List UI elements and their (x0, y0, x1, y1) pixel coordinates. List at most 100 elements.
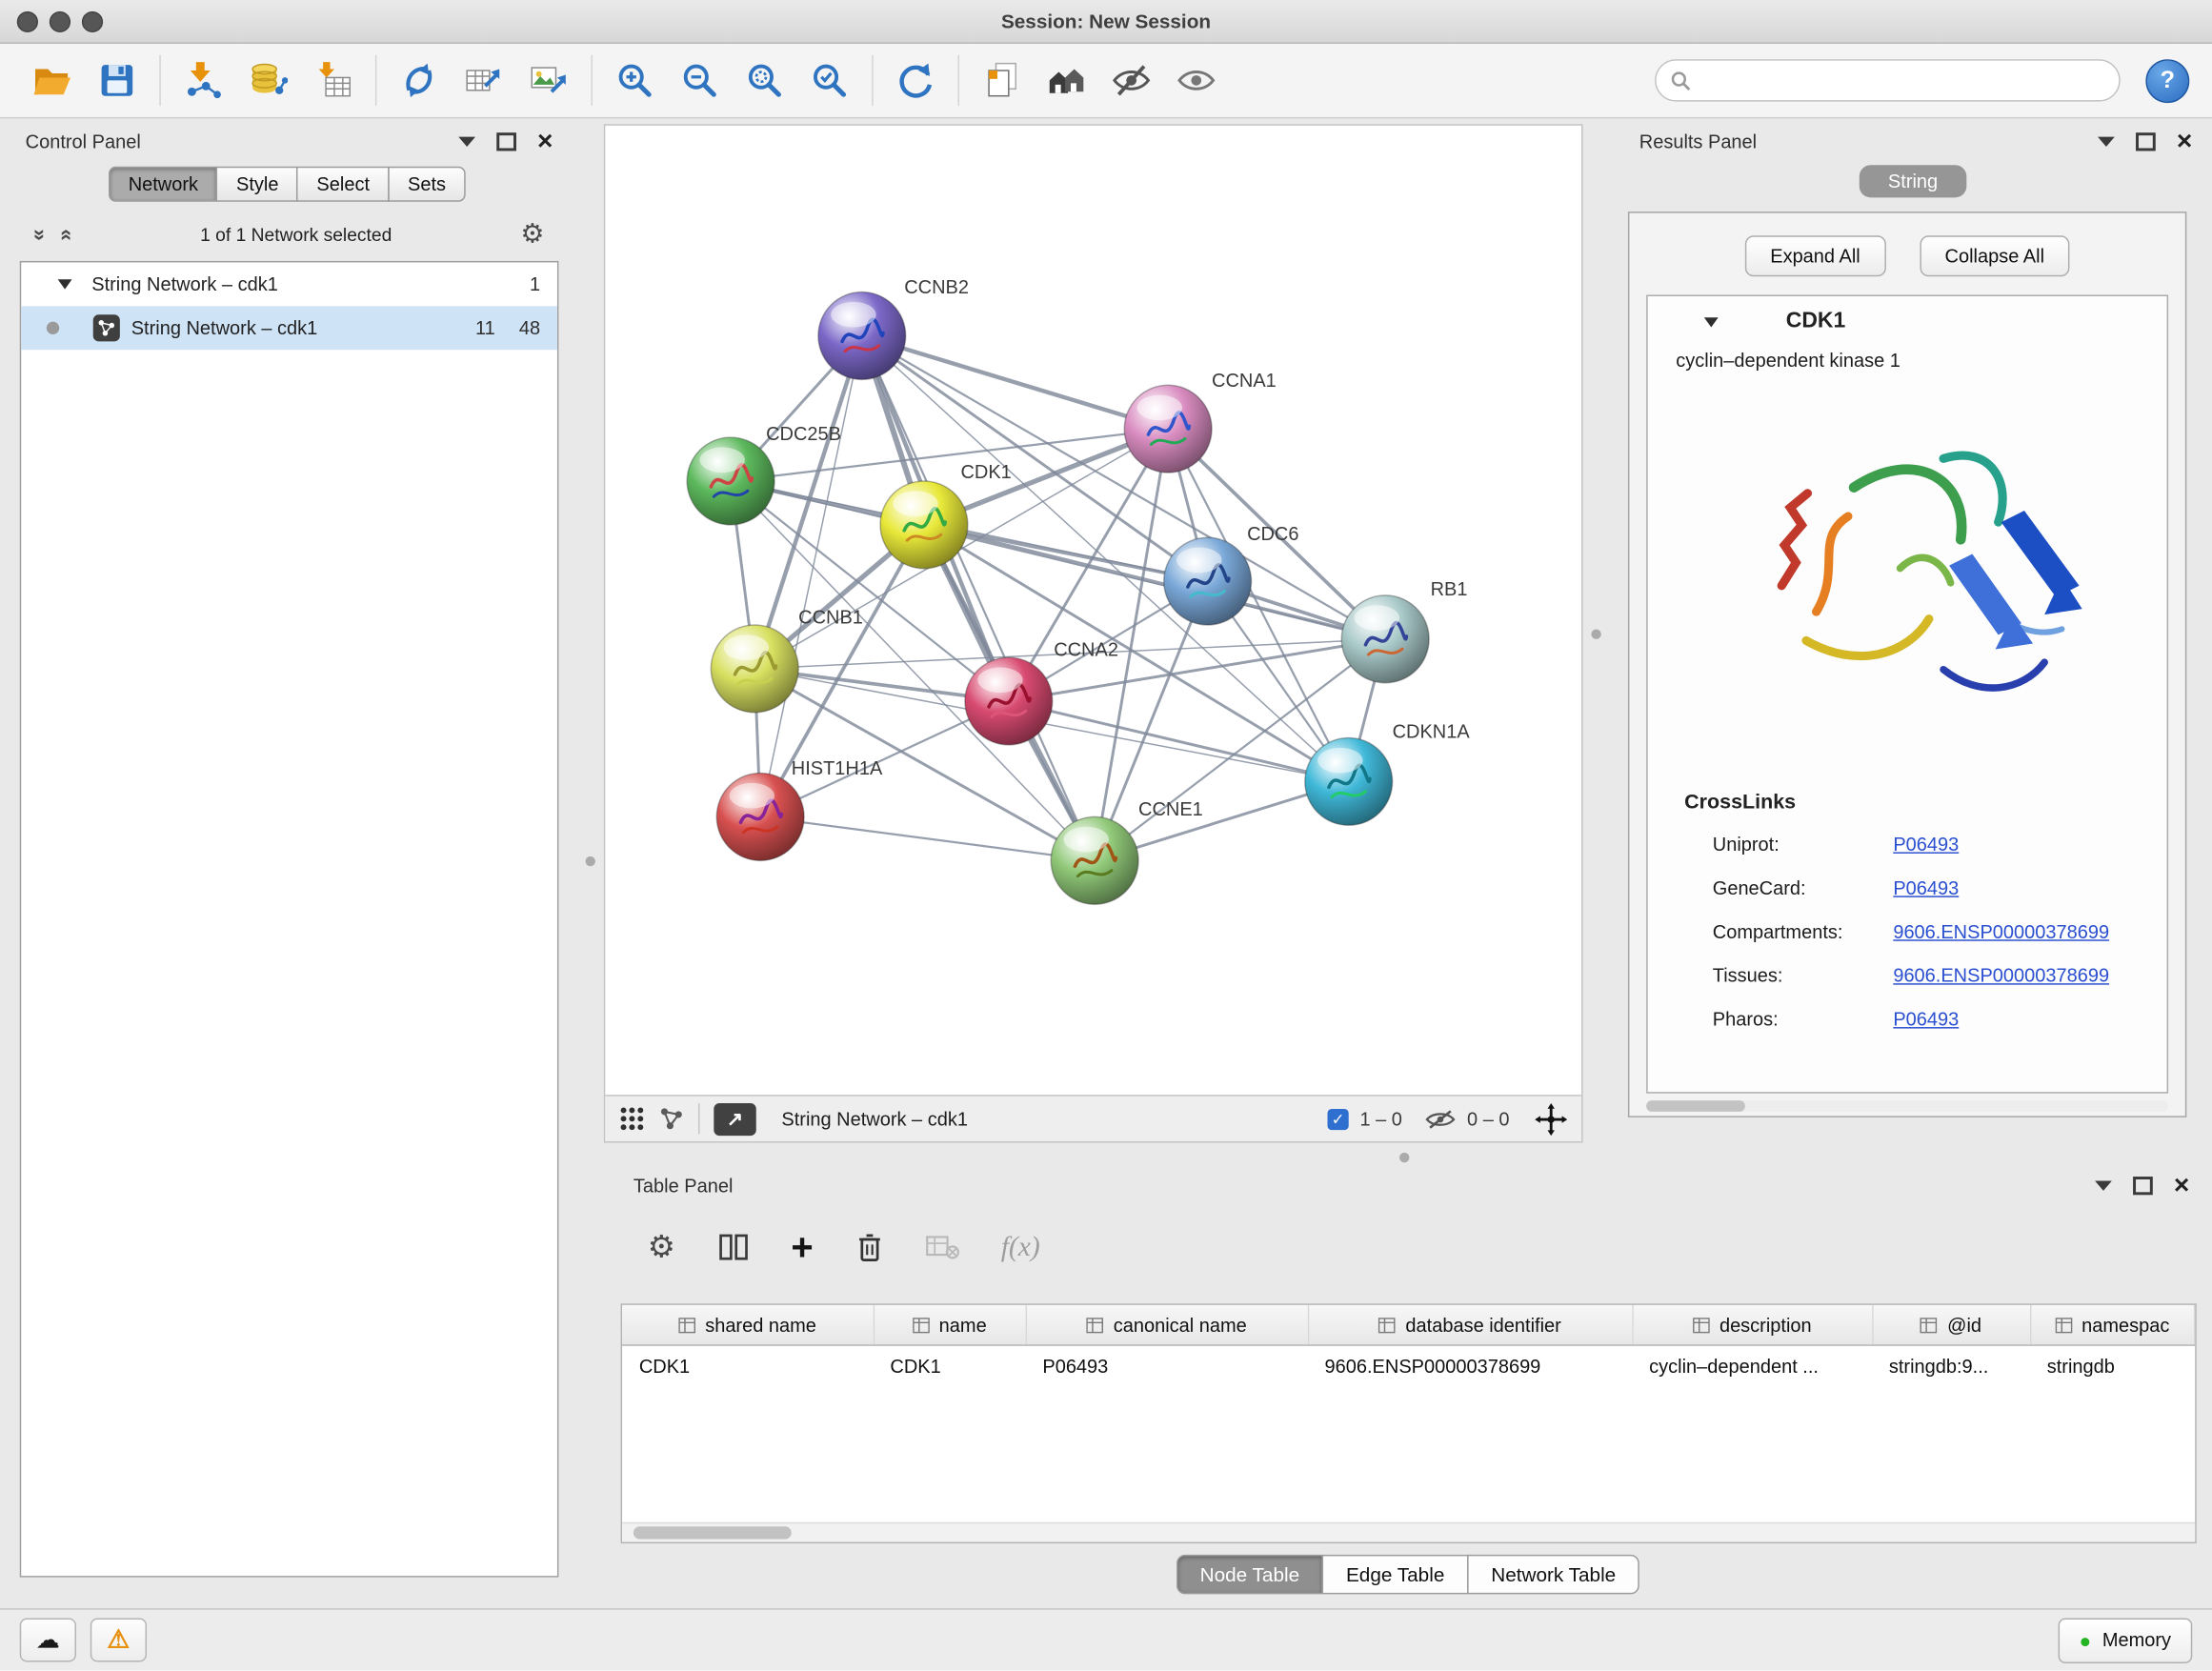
collapse-panel-icon[interactable] (458, 136, 475, 146)
network-edge[interactable] (1009, 701, 1349, 781)
network-node-CCNE1[interactable] (1051, 816, 1138, 904)
column-header-shared-name[interactable]: shared name (622, 1305, 874, 1345)
warnings-button[interactable]: ⚠ (90, 1619, 147, 1662)
collapse-all-button[interactable]: Collapse All (1920, 235, 2070, 276)
network-options-gear-icon[interactable]: ⚙ (520, 221, 544, 248)
collection-disclosure-icon[interactable] (58, 279, 72, 289)
crosslink-link[interactable]: 9606.ENSP00000378699 (1893, 921, 2109, 942)
vertical-splitter-handle[interactable] (586, 856, 595, 866)
apply-layout-button[interactable] (883, 50, 948, 110)
results-horizontal-scrollbar[interactable] (1646, 1100, 2168, 1112)
network-node-CDC25B[interactable] (687, 437, 774, 525)
zoom-in-button[interactable] (602, 50, 667, 110)
pan-crosshair-icon[interactable] (1535, 1102, 1567, 1135)
table-cell[interactable]: CDK1 (874, 1345, 1026, 1387)
column-header-namespac[interactable]: namespac (2030, 1305, 2195, 1345)
column-header-database-identifier[interactable]: database identifier (1308, 1305, 1633, 1345)
import-table-button[interactable] (300, 50, 365, 110)
share-network-icon[interactable] (659, 1106, 685, 1132)
tab-network-table[interactable]: Network Table (1467, 1555, 1639, 1594)
tab-sets[interactable]: Sets (388, 167, 465, 202)
network-collection-row[interactable]: String Network – cdk1 1 (21, 262, 557, 306)
export-table-button[interactable] (452, 50, 516, 110)
network-node-CCNA1[interactable] (1124, 385, 1212, 473)
network-node-CDK1[interactable] (880, 481, 968, 569)
table-row[interactable]: CDK1CDK1P064939606.ENSP00000378699cyclin… (622, 1345, 2194, 1387)
scrollbar-thumb[interactable] (633, 1526, 792, 1539)
delete-column-trash-icon[interactable] (855, 1232, 882, 1263)
new-network-from-selection-button[interactable] (387, 50, 452, 110)
horizontal-splitter-handle[interactable] (1399, 1153, 1409, 1162)
crosslink-link[interactable]: P06493 (1893, 877, 1959, 898)
tab-node-table[interactable]: Node Table (1176, 1555, 1323, 1594)
collapse-panel-icon[interactable] (2098, 136, 2115, 146)
houses-button[interactable] (1034, 50, 1098, 110)
network-node-CCNB2[interactable] (818, 292, 906, 380)
tab-style[interactable]: Style (216, 167, 298, 202)
table-cell[interactable]: P06493 (1026, 1345, 1308, 1387)
column-header--id[interactable]: @id (1872, 1305, 2030, 1345)
gene-header-row[interactable]: CDK1 (1648, 296, 2167, 347)
network-canvas[interactable]: CCNB2CCNA1CDC25BCDK1CDC6RB1CCNB1CCNA2CDK… (605, 126, 1581, 1095)
search-box[interactable] (1655, 59, 2121, 101)
table-options-gear-icon[interactable]: ⚙ (648, 1232, 675, 1263)
close-panel-icon[interactable]: × (2174, 1172, 2189, 1198)
network-node-CDC6[interactable] (1164, 537, 1252, 625)
help-button[interactable]: ? (2145, 58, 2189, 102)
grid-view-icon[interactable] (619, 1106, 645, 1132)
close-panel-icon[interactable]: × (2177, 128, 2192, 154)
scrollbar-thumb[interactable] (1646, 1100, 1745, 1112)
import-network-file-button[interactable] (171, 50, 235, 110)
column-header-description[interactable]: description (1632, 1305, 1872, 1345)
selected-checkbox-icon[interactable]: ✓ (1327, 1108, 1348, 1129)
show-columns-icon[interactable] (717, 1233, 749, 1261)
tab-network[interactable]: Network (109, 167, 218, 202)
tab-string[interactable]: String (1860, 165, 1965, 197)
zoom-out-button[interactable] (667, 50, 732, 110)
table-cell[interactable]: 9606.ENSP00000378699 (1308, 1345, 1633, 1387)
copy-document-button[interactable] (969, 50, 1034, 110)
expand-all-networks-icon[interactable]: » (28, 229, 51, 240)
open-session-button[interactable] (20, 50, 85, 110)
network-edge[interactable] (760, 335, 862, 816)
crosslink-link[interactable]: P06493 (1893, 834, 1959, 855)
show-graphics-button[interactable] (1164, 50, 1229, 110)
hide-graphics-button[interactable] (1099, 50, 1164, 110)
collapse-all-networks-icon[interactable]: » (53, 229, 77, 240)
tab-select[interactable]: Select (297, 167, 390, 202)
memory-button[interactable]: ● Memory (2058, 1618, 2192, 1662)
float-panel-icon[interactable] (2133, 1176, 2153, 1194)
open-in-new-window-button[interactable]: ↗ (714, 1102, 755, 1135)
collapse-panel-icon[interactable] (2095, 1180, 2112, 1190)
table-cell[interactable]: cyclin–dependent ... (1632, 1345, 1872, 1387)
export-image-button[interactable] (516, 50, 581, 110)
float-panel-icon[interactable] (2136, 131, 2156, 150)
zoom-selected-button[interactable] (797, 50, 862, 110)
vertical-splitter-handle[interactable] (1591, 629, 1600, 638)
zoom-fit-button[interactable] (733, 50, 797, 110)
network-node-HIST1H1A[interactable] (716, 774, 804, 861)
network-view[interactable]: CCNB2CCNA1CDC25BCDK1CDC6RB1CCNB1CCNA2CDK… (604, 124, 1583, 1142)
table-cell[interactable]: stringdb:9... (1872, 1345, 2030, 1387)
float-panel-icon[interactable] (496, 131, 516, 150)
network-node-CCNA2[interactable] (965, 657, 1053, 745)
network-edge[interactable] (760, 816, 1095, 860)
close-panel-icon[interactable]: × (537, 128, 553, 154)
import-network-database-button[interactable] (235, 50, 300, 110)
crosslink-link[interactable]: 9606.ENSP00000378699 (1893, 965, 2109, 986)
column-header-name[interactable]: name (874, 1305, 1026, 1345)
network-edge[interactable] (862, 335, 1095, 860)
network-node-RB1[interactable] (1341, 595, 1429, 683)
network-node-CDKN1A[interactable] (1305, 737, 1393, 825)
table-cell[interactable]: stringdb (2030, 1345, 2195, 1387)
table-cell[interactable]: CDK1 (622, 1345, 874, 1387)
crosslink-link[interactable]: P06493 (1893, 1009, 1959, 1030)
gene-disclosure-icon[interactable] (1704, 316, 1719, 326)
network-node-CCNB1[interactable] (711, 625, 798, 713)
table-horizontal-scrollbar[interactable] (622, 1522, 2195, 1542)
save-session-button[interactable] (85, 50, 150, 110)
add-column-icon[interactable]: + (791, 1228, 813, 1266)
network-edge[interactable] (862, 335, 1168, 429)
cloud-button[interactable]: ☁ (20, 1619, 76, 1662)
tab-edge-table[interactable]: Edge Table (1322, 1555, 1469, 1594)
